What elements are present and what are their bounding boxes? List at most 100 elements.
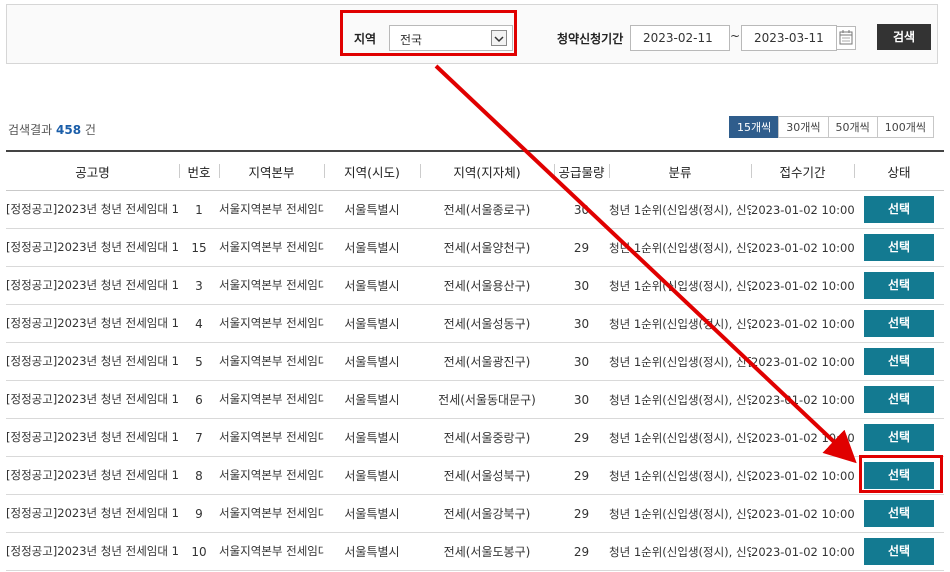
select-button[interactable]: 선택 — [864, 310, 934, 337]
table-row: [정정공고]2023년 청년 전세임대 1순위 입주자 수시모집9서울지역본부 … — [6, 494, 944, 533]
row-number: 1 — [179, 190, 219, 229]
row-local: 전세(서울동대문구) — [420, 380, 554, 419]
header-category: 분류 — [609, 150, 751, 191]
row-quantity: 29 — [554, 418, 609, 457]
row-status: 선택 — [854, 304, 944, 343]
header-quantity: 공급물량 — [554, 150, 609, 191]
row-category: 청년 1순위(신입생(정시), 신입생(수시),신입생(편 — [609, 228, 751, 267]
row-number: 6 — [179, 380, 219, 419]
page-size-30[interactable]: 30개씩 — [778, 116, 829, 138]
row-status: 선택 — [854, 494, 944, 533]
header-local: 지역(지자체) — [420, 150, 554, 191]
row-local: 전세(서울종로구) — [420, 190, 554, 229]
page-size-100[interactable]: 100개씩 — [876, 116, 934, 138]
row-category: 청년 1순위(신입생(정시), 신입생(수시),신입생(편 — [609, 494, 751, 533]
row-status: 선택 — [854, 266, 944, 305]
row-category: 청년 1순위(신입생(정시), 신입생(수시),신입생(편 — [609, 532, 751, 571]
row-quantity: 29 — [554, 532, 609, 571]
select-button[interactable]: 선택 — [864, 196, 934, 223]
row-title[interactable]: [정정공고]2023년 청년 전세임대 1순위 입주자 수시모집 — [6, 380, 179, 419]
page-size-15[interactable]: 15개씩 — [729, 116, 780, 138]
table-row: [정정공고]2023년 청년 전세임대 1순위 입주자 수시모집6서울지역본부 … — [6, 380, 944, 419]
row-title[interactable]: [정정공고]2023년 청년 전세임대 1순위 입주자 수시모집 — [6, 228, 179, 267]
row-title[interactable]: [정정공고]2023년 청년 전세임대 1순위 입주자 수시모집 — [6, 304, 179, 343]
row-quantity: 29 — [554, 228, 609, 267]
header-hq: 지역본부 — [219, 150, 324, 191]
row-local: 전세(서울양천구) — [420, 228, 554, 267]
select-button[interactable]: 선택 — [864, 386, 934, 413]
row-category: 청년 1순위(신입생(정시), 신입생(수시),신입생(편 — [609, 418, 751, 457]
table-row: [정정공고]2023년 청년 전세임대 1순위 입주자 수시모집7서울지역본부 … — [6, 418, 944, 457]
row-number: 15 — [179, 228, 219, 267]
row-title[interactable]: [정정공고]2023년 청년 전세임대 1순위 입주자 수시모집 — [6, 456, 179, 495]
row-category: 청년 1순위(신입생(정시), 신입생(수시),신입생(편 — [609, 304, 751, 343]
row-status: 선택 — [854, 418, 944, 457]
row-local: 전세(서울중랑구) — [420, 418, 554, 457]
row-sido: 서울특별시 — [324, 304, 420, 343]
row-title[interactable]: [정정공고]2023년 청년 전세임대 1순위 입주자 수시모집 — [6, 494, 179, 533]
result-count: 검색결과 458 건 — [8, 121, 96, 138]
table-row: [정정공고]2023년 청년 전세임대 1순위 입주자 수시모집4서울지역본부 … — [6, 304, 944, 343]
table-row: [정정공고]2023년 청년 전세임대 1순위 입주자 수시모집8서울지역본부 … — [6, 456, 944, 495]
select-button[interactable]: 선택 — [864, 272, 934, 299]
page-size-50[interactable]: 50개씩 — [827, 116, 878, 138]
period-label: 청약신청기간 — [557, 32, 624, 46]
select-annotation-box — [859, 455, 943, 493]
row-title[interactable]: [정정공고]2023년 청년 전세임대 1순위 입주자 수시모집 — [6, 532, 179, 571]
table-row: [정정공고]2023년 청년 전세임대 1순위 입주자 수시모집5서울지역본부 … — [6, 342, 944, 381]
row-title[interactable]: [정정공고]2023년 청년 전세임대 1순위 입주자 수시모집 — [6, 342, 179, 381]
row-title[interactable]: [정정공고]2023년 청년 전세임대 1순위 입주자 수시모집 — [6, 266, 179, 305]
select-button[interactable]: 선택 — [864, 424, 934, 451]
select-button[interactable]: 선택 — [864, 348, 934, 375]
row-local: 전세(서울강북구) — [420, 494, 554, 533]
row-sido: 서울특별시 — [324, 494, 420, 533]
row-category: 청년 1순위(신입생(정시), 신입생(수시),신입생(편 — [609, 380, 751, 419]
row-sido: 서울특별시 — [324, 456, 420, 495]
header-status: 상태 — [854, 150, 944, 191]
row-sido: 서울특별시 — [324, 266, 420, 305]
row-period: 2023-01-02 10:00~2023-12-29 — [751, 532, 854, 571]
row-period: 2023-01-02 10:00~2023-12-29 — [751, 342, 854, 381]
results-table: 공고명 번호 지역본부 지역(시도) 지역(지자체) 공급물량 분류 접수기간 … — [6, 150, 944, 571]
row-hq: 서울지역본부 전세임대 — [219, 380, 324, 419]
date-to-input[interactable]: 2023-03-11 — [741, 25, 837, 51]
header-title: 공고명 — [6, 150, 179, 191]
date-separator: ~ — [730, 29, 741, 43]
row-number: 8 — [179, 456, 219, 495]
page-size-tabs: 15개씩 30개씩 50개씩 100개씩 — [729, 116, 934, 138]
row-quantity: 30 — [554, 190, 609, 229]
result-count-suffix: 건 — [84, 123, 96, 137]
row-status: 선택 — [854, 380, 944, 419]
row-status: 선택 — [854, 228, 944, 267]
row-period: 2023-01-02 10:00~2023-12-29 — [751, 190, 854, 229]
row-period: 2023-01-02 10:00~2023-12-29 — [751, 266, 854, 305]
row-quantity: 29 — [554, 456, 609, 495]
row-category: 청년 1순위(신입생(정시), 신입생(수시),신입생(편 — [609, 266, 751, 305]
row-period: 2023-01-02 10:00~2023-12-29 — [751, 304, 854, 343]
row-period: 2023-01-02 10:00~2023-12-29 — [751, 380, 854, 419]
row-title[interactable]: [정정공고]2023년 청년 전세임대 1순위 입주자 수시모집 — [6, 190, 179, 229]
row-number: 9 — [179, 494, 219, 533]
row-local: 전세(서울용산구) — [420, 266, 554, 305]
select-button[interactable]: 선택 — [864, 538, 934, 565]
row-category: 청년 1순위(신입생(정시), 신입생(수시),신입생(편 — [609, 456, 751, 495]
select-button[interactable]: 선택 — [864, 234, 934, 261]
select-button[interactable]: 선택 — [864, 500, 934, 527]
row-period: 2023-01-02 10:00~2023-12-29 — [751, 418, 854, 457]
table-row: [정정공고]2023년 청년 전세임대 1순위 입주자 수시모집10서울지역본부… — [6, 532, 944, 571]
header-sido: 지역(시도) — [324, 150, 420, 191]
table-row: [정정공고]2023년 청년 전세임대 1순위 입주자 수시모집15서울지역본부… — [6, 228, 944, 267]
row-sido: 서울특별시 — [324, 342, 420, 381]
calendar-icon[interactable] — [836, 26, 856, 50]
row-hq: 서울지역본부 전세임대 — [219, 418, 324, 457]
row-title[interactable]: [정정공고]2023년 청년 전세임대 1순위 입주자 수시모집 — [6, 418, 179, 457]
date-from-input[interactable]: 2023-02-11 — [630, 25, 730, 51]
row-number: 4 — [179, 304, 219, 343]
row-number: 10 — [179, 532, 219, 571]
row-sido: 서울특별시 — [324, 532, 420, 571]
search-button[interactable]: 검색 — [877, 24, 931, 50]
row-hq: 서울지역본부 전세임대 — [219, 304, 324, 343]
row-local: 전세(서울광진구) — [420, 342, 554, 381]
region-annotation-box — [340, 10, 517, 56]
row-hq: 서울지역본부 전세임대 — [219, 342, 324, 381]
